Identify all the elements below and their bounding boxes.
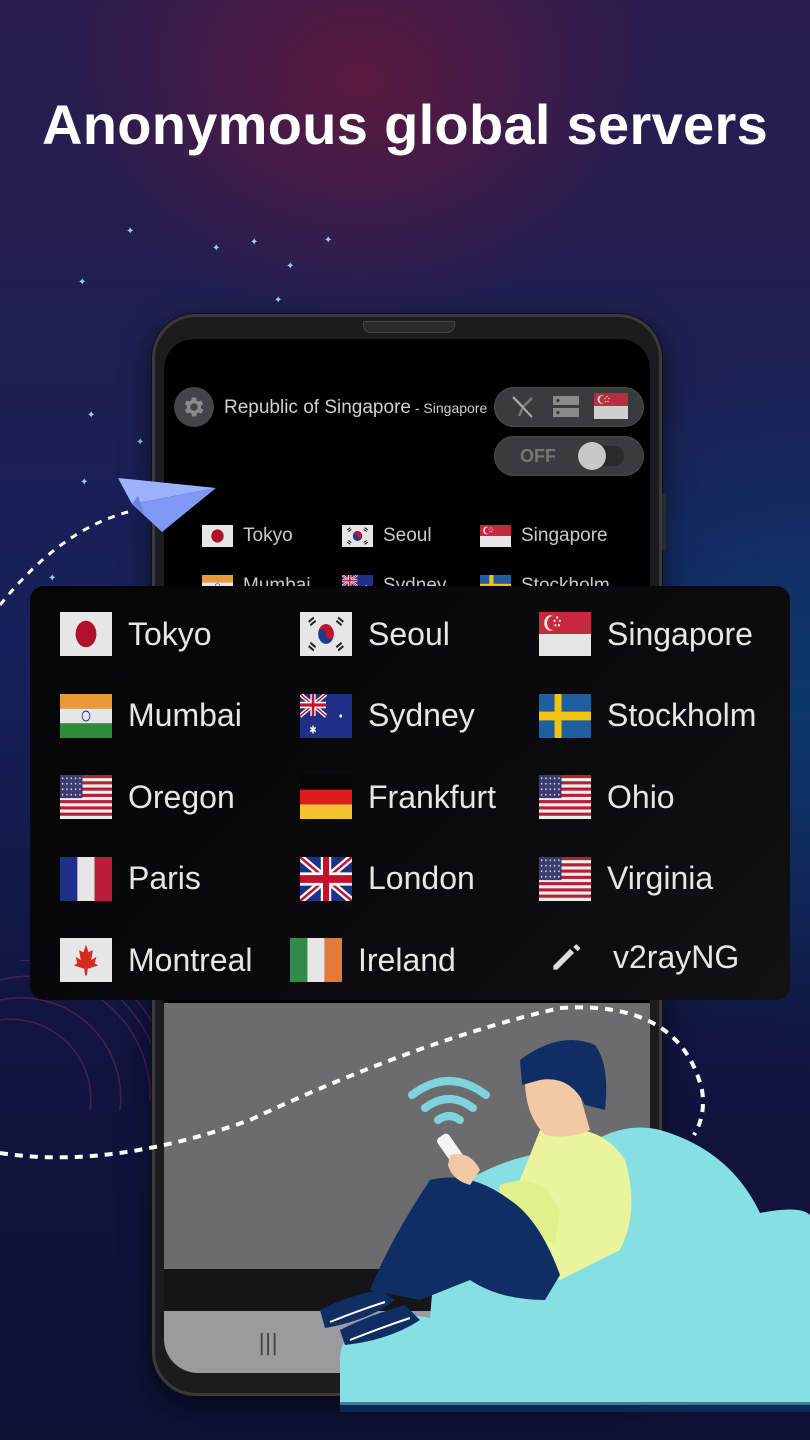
server-label: Tokyo (128, 615, 212, 652)
phone-speaker (363, 321, 455, 333)
sparkle: ✦ (80, 477, 89, 488)
server-item[interactable]: Mumbai (60, 693, 242, 738)
paper-plane-icon (118, 478, 216, 532)
sparkle: ✦ (48, 573, 57, 584)
svg-text:✱: ✱ (309, 724, 316, 736)
server-item[interactable]: Virginia (539, 856, 714, 901)
sparkle: ✦ (87, 410, 96, 421)
screen-content-area (164, 1003, 650, 1269)
server-preview-label: Tokyo (243, 525, 293, 546)
flag-gb-icon (300, 856, 352, 901)
sparkle: ✦ (250, 237, 259, 248)
flag-us-icon (539, 856, 591, 901)
sparkle: ✦ (212, 243, 221, 254)
server-item[interactable]: Paris (60, 856, 201, 901)
flag-sg-icon (539, 612, 591, 656)
server-item[interactable]: Stockholm (539, 693, 757, 738)
server-item[interactable]: ✱ Sydney (300, 693, 475, 738)
no-routing-icon[interactable] (510, 395, 536, 419)
flag-ie-icon (290, 938, 342, 982)
connection-toggle[interactable]: OFF (494, 436, 644, 476)
server-item[interactable]: Ohio (539, 775, 675, 819)
server-label: Montreal (128, 941, 253, 978)
server-item[interactable]: Montreal (60, 938, 253, 982)
cloud-base-shadow (340, 1402, 810, 1412)
flag-in-icon (60, 693, 112, 738)
sparkle: ✦ (78, 277, 87, 288)
server-label: v2rayNG (613, 938, 740, 975)
location-city: Singapore (423, 400, 488, 416)
flag-se-icon (539, 693, 591, 738)
server-label: Ohio (607, 778, 675, 815)
sparkle: ✦ (136, 437, 145, 448)
toggle-label: OFF (520, 446, 556, 466)
pencil-icon (547, 938, 585, 976)
server-preview-label: Singapore (521, 525, 608, 546)
toolbar-pill (494, 387, 644, 427)
location-country: Republic of Singapore (224, 397, 411, 418)
server-item[interactable]: Seoul (300, 612, 450, 656)
sparkle: ✦ (286, 261, 295, 272)
server-label: Stockholm (607, 697, 757, 733)
server-list-panel: Tokyo Seoul Singapore Mumbai ✱ Sydney Stockhol… (30, 586, 790, 1000)
toggle-knob[interactable] (578, 442, 606, 470)
sparkle: ✦ (126, 226, 135, 237)
flag-de-icon (300, 775, 352, 819)
server-item[interactable]: Tokyo (60, 612, 212, 656)
server-label: Oregon (128, 778, 235, 815)
flag-fr-icon (60, 856, 112, 901)
server-label: Virginia (607, 860, 714, 896)
singapore-flag-icon[interactable] (594, 393, 628, 419)
server-label: Sydney (368, 697, 475, 733)
server-label: Paris (128, 860, 201, 896)
recent-apps-button[interactable]: ||| (258, 1331, 278, 1356)
edit-config-item[interactable]: v2rayNG (539, 938, 739, 976)
server-item[interactable]: Ireland (290, 938, 456, 982)
flag-us-icon (539, 775, 591, 819)
flag-ca-icon (60, 938, 112, 982)
flag-kr-icon (300, 612, 352, 656)
flag-au-icon: ✱ (300, 693, 352, 738)
server-label: Mumbai (128, 697, 242, 733)
headline: Anonymous global servers (41, 93, 769, 156)
flag-sg-icon (480, 525, 511, 547)
server-item[interactable]: Singapore (539, 612, 753, 656)
sparkle: ✦ (324, 235, 333, 246)
android-navbar: ||| (164, 1311, 650, 1373)
server-preview-label: Seoul (383, 525, 432, 546)
server-item[interactable]: Oregon (60, 775, 235, 819)
flag-us-icon (60, 775, 112, 819)
server-preview-item[interactable]: Seoul (342, 525, 432, 547)
settings-button[interactable] (174, 387, 214, 427)
server-label: Ireland (358, 941, 456, 978)
server-label: Seoul (368, 615, 450, 652)
location-title: Republic of Singapore - Singapore (224, 397, 487, 419)
location-separator: - (410, 400, 424, 416)
server-label: Singapore (607, 615, 753, 652)
server-item[interactable]: London (300, 856, 475, 901)
screen-bottom-bar (164, 1269, 650, 1311)
phone-side-button (662, 493, 666, 551)
server-list-icon[interactable] (552, 395, 580, 419)
flag-jp-icon (60, 612, 112, 656)
gear-icon (184, 397, 204, 417)
flag-kr-icon (342, 525, 373, 547)
server-label: Frankfurt (368, 778, 497, 815)
server-label: London (368, 860, 475, 896)
server-preview-item[interactable]: Singapore (480, 525, 608, 547)
sparkle: ✦ (274, 295, 283, 306)
server-item[interactable]: Frankfurt (300, 775, 496, 819)
